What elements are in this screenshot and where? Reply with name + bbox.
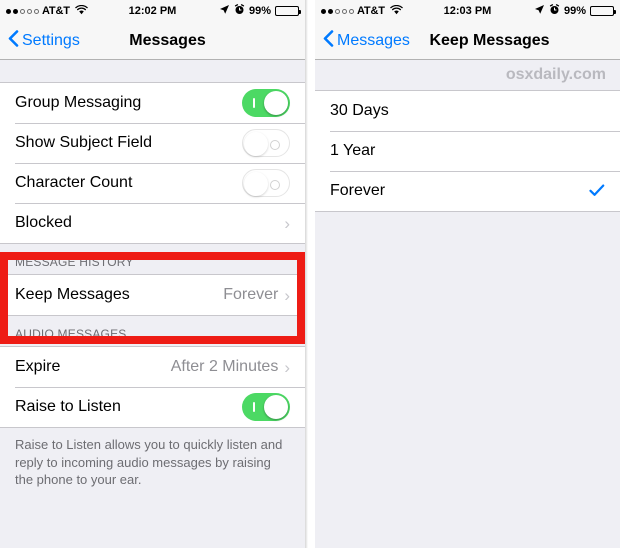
row-value: Forever: [223, 286, 279, 303]
audio-messages-group: Expire After 2 Minutes › Raise to Listen: [0, 346, 305, 428]
alarm-clock-icon: [549, 4, 560, 18]
keep-messages-options-group: 30 Days 1 Year Forever: [315, 90, 620, 212]
toggle-raise-to-listen[interactable]: [242, 393, 290, 421]
left-status-bar: AT&T 12:02 PM 99%: [0, 0, 305, 22]
back-button-messages[interactable]: Messages: [323, 29, 410, 52]
row-expire[interactable]: Expire After 2 Minutes ›: [0, 347, 305, 387]
row-group-messaging[interactable]: Group Messaging: [0, 83, 305, 123]
row-keep-messages[interactable]: Keep Messages Forever ›: [0, 275, 305, 315]
row-blocked[interactable]: Blocked ›: [0, 203, 305, 243]
section-header-audio-messages: AUDIO MESSAGES: [0, 316, 305, 346]
watermark: osxdaily.com: [315, 60, 620, 90]
location-arrow-icon: [534, 4, 545, 18]
back-button-label: Messages: [337, 31, 410, 49]
toggle-group-messaging[interactable]: [242, 89, 290, 117]
option-row-1-year[interactable]: 1 Year: [315, 131, 620, 171]
row-raise-to-listen[interactable]: Raise to Listen: [0, 387, 305, 427]
battery-percent: 99%: [563, 5, 586, 17]
row-character-count[interactable]: Character Count: [0, 163, 305, 203]
bottom-spacer: [315, 212, 620, 548]
left-nav-bar: Settings Messages: [0, 22, 305, 60]
battery-icon: [275, 6, 301, 16]
messages-settings-group: Group Messaging Show Subject Field Chara…: [0, 82, 305, 244]
top-spacer: [0, 60, 305, 82]
chevron-right-icon: ›: [284, 213, 290, 233]
option-row-forever[interactable]: Forever: [315, 171, 620, 211]
screen-divider: [305, 0, 315, 548]
row-value: After 2 Minutes: [170, 358, 279, 375]
location-arrow-icon: [219, 4, 230, 18]
battery-icon: [590, 6, 616, 16]
back-button-settings[interactable]: Settings: [8, 29, 80, 52]
option-label: 1 Year: [330, 142, 376, 159]
left-phone-screen: AT&T 12:02 PM 99% Settings Messages Grou…: [0, 0, 305, 548]
status-icons-area: 99%: [219, 4, 301, 18]
option-row-30-days[interactable]: 30 Days: [315, 91, 620, 131]
status-icons-area: 99%: [534, 4, 616, 18]
chevron-right-icon: ›: [284, 285, 290, 305]
row-label: Show Subject Field: [15, 134, 152, 151]
battery-percent: 99%: [248, 5, 271, 17]
message-history-group: Keep Messages Forever ›: [0, 274, 305, 316]
row-label: Expire: [15, 358, 61, 375]
row-show-subject-field[interactable]: Show Subject Field: [0, 123, 305, 163]
section-header-message-history: MESSAGE HISTORY: [0, 244, 305, 274]
bottom-spacer: [0, 488, 305, 548]
back-button-label: Settings: [22, 31, 80, 49]
chevron-left-icon: [323, 29, 334, 52]
right-nav-bar: Messages Keep Messages: [315, 22, 620, 60]
option-label: Forever: [330, 182, 386, 199]
chevron-right-icon: ›: [284, 357, 290, 377]
dual-screenshot: AT&T 12:02 PM 99% Settings Messages Grou…: [0, 0, 620, 548]
chevron-left-icon: [8, 29, 19, 52]
row-label: Blocked: [15, 214, 72, 231]
toggle-character-count[interactable]: [242, 169, 290, 197]
row-label: Keep Messages: [15, 286, 130, 303]
row-label: Group Messaging: [15, 94, 142, 111]
checkmark-icon: [589, 183, 605, 200]
option-label: 30 Days: [330, 102, 389, 119]
row-label: Raise to Listen: [15, 398, 121, 415]
right-status-bar: AT&T 12:03 PM 99%: [315, 0, 620, 22]
row-label: Character Count: [15, 174, 133, 191]
raise-to-listen-footnote: Raise to Listen allows you to quickly li…: [0, 428, 305, 489]
right-phone-screen: AT&T 12:03 PM 99% Messages Keep Messages…: [315, 0, 620, 548]
toggle-show-subject-field[interactable]: [242, 129, 290, 157]
alarm-clock-icon: [234, 4, 245, 18]
